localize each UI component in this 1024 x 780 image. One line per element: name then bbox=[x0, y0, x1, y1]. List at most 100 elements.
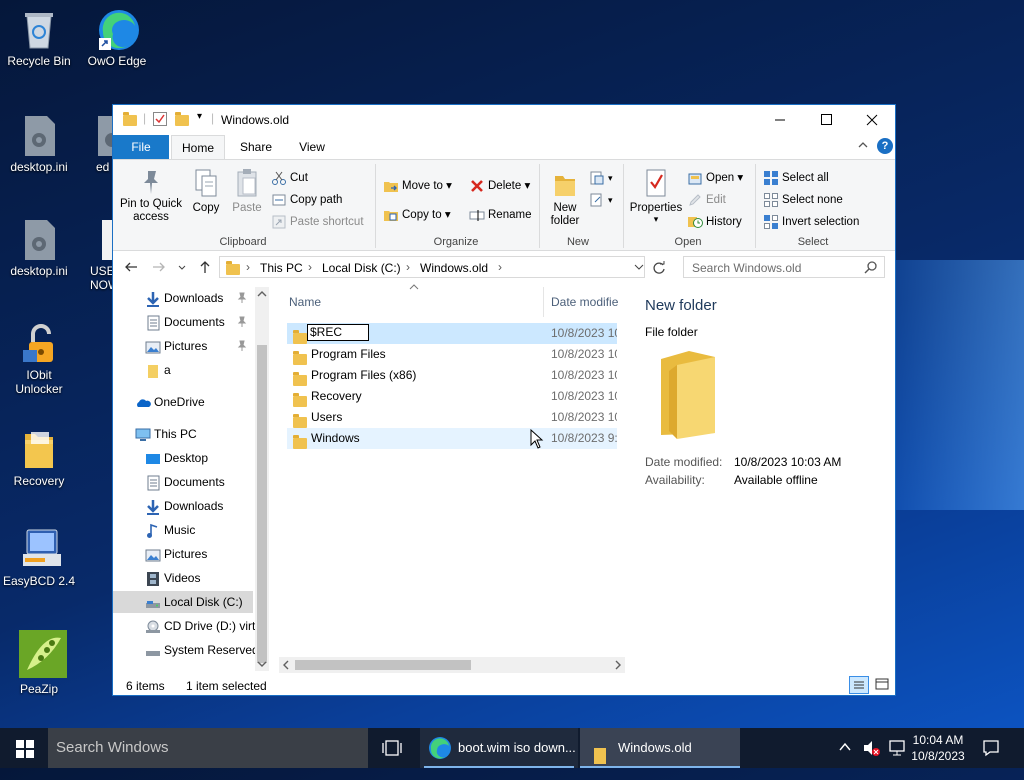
navigation-scrollbar[interactable] bbox=[255, 287, 269, 671]
horizontal-scrollbar[interactable] bbox=[279, 657, 625, 673]
tab-file[interactable]: File bbox=[113, 135, 169, 159]
select-none-button[interactable]: Select none bbox=[763, 192, 843, 208]
large-icons-view-button[interactable] bbox=[873, 676, 893, 694]
scroll-thumb[interactable] bbox=[295, 660, 471, 670]
pin-icon[interactable] bbox=[237, 316, 247, 331]
file-row-rec[interactable]: $REC 10/8/2023 10: bbox=[287, 323, 617, 345]
copy-to-button[interactable]: Copy to ▾ bbox=[383, 207, 451, 223]
help-icon[interactable]: ? bbox=[877, 138, 893, 154]
copy-button[interactable]: Copy bbox=[187, 168, 225, 214]
refresh-icon[interactable] bbox=[651, 260, 667, 279]
open-button[interactable]: Open ▾ bbox=[687, 170, 743, 186]
nav-item-pictures[interactable]: Pictures bbox=[145, 543, 207, 565]
desktop-icon-peazip[interactable]: PeaZip bbox=[1, 630, 77, 696]
file-row-program-files-x86[interactable]: Program Files (x86) 10/8/2023 10: bbox=[287, 365, 617, 387]
move-to-button[interactable]: Move to ▾ bbox=[383, 178, 452, 194]
file-row-recovery[interactable]: Recovery 10/8/2023 10: bbox=[287, 386, 617, 408]
scroll-thumb[interactable] bbox=[257, 345, 267, 663]
nav-item-cd-drive[interactable]: CD Drive (D:) virt bbox=[145, 615, 255, 637]
pin-icon[interactable] bbox=[237, 340, 247, 355]
title-bar[interactable]: | ▾ | Windows.old bbox=[113, 105, 895, 135]
file-row-users[interactable]: Users 10/8/2023 10: bbox=[287, 407, 617, 429]
new-item-button[interactable]: ▾ bbox=[589, 170, 613, 186]
maximize-button[interactable] bbox=[803, 105, 849, 135]
desktop-icon-owo-edge[interactable]: OwO Edge bbox=[79, 8, 155, 68]
delete-button[interactable]: Delete ▾ bbox=[469, 178, 530, 194]
minimize-button[interactable] bbox=[757, 105, 803, 135]
details-view-button[interactable] bbox=[849, 676, 869, 694]
new-folder-qat-icon[interactable] bbox=[175, 112, 189, 127]
notification-icon[interactable] bbox=[982, 739, 1000, 760]
collapse-ribbon-icon[interactable] bbox=[857, 139, 869, 154]
edit-button[interactable]: Edit bbox=[687, 192, 726, 208]
desktop-icon-ed[interactable]: ed bbox=[80, 114, 112, 174]
history-button[interactable]: History bbox=[687, 214, 742, 230]
nav-item-music[interactable]: Music bbox=[145, 519, 195, 541]
volume-muted-icon[interactable] bbox=[862, 739, 882, 760]
address-dropdown-icon[interactable] bbox=[634, 259, 644, 278]
column-header-name[interactable]: Name bbox=[289, 295, 543, 313]
nav-item-system-reserved[interactable]: System Reserved bbox=[145, 639, 255, 661]
breadcrumb-this-pc[interactable]: This PC bbox=[260, 261, 303, 275]
nav-item-documents[interactable]: Documents bbox=[145, 471, 225, 493]
nav-item-this-pc[interactable]: This PC bbox=[135, 423, 197, 445]
taskbar-search-box[interactable]: Search Windows bbox=[48, 728, 368, 768]
nav-item-downloads[interactable]: Downloads bbox=[145, 495, 223, 517]
desktop-icon-desktop-ini-2[interactable]: desktop.ini bbox=[1, 218, 77, 278]
properties-button[interactable]: Properties ▾ bbox=[627, 168, 685, 224]
new-folder-button[interactable]: New folder bbox=[545, 168, 585, 228]
nav-item-pictures-quick[interactable]: Pictures bbox=[145, 335, 207, 357]
paste-button[interactable]: Paste bbox=[229, 168, 265, 214]
desktop-icon-iobit-unlocker[interactable]: IObit Unlocker bbox=[1, 322, 77, 396]
nav-item-desktop[interactable]: Desktop bbox=[145, 447, 208, 469]
breadcrumb-windows-old[interactable]: Windows.old bbox=[420, 261, 488, 275]
select-all-button[interactable]: Select all bbox=[763, 170, 829, 186]
search-box[interactable]: Search Windows.old bbox=[683, 256, 885, 278]
up-icon[interactable] bbox=[197, 259, 213, 278]
tab-view[interactable]: View bbox=[285, 135, 339, 159]
recent-locations-icon[interactable] bbox=[177, 259, 187, 278]
forward-icon[interactable] bbox=[151, 259, 167, 278]
cut-button[interactable]: Cut bbox=[271, 170, 308, 186]
column-header-date[interactable]: Date modifie bbox=[551, 295, 621, 313]
desktop-icon-easybcd[interactable]: EasyBCD 2.4 bbox=[1, 528, 77, 588]
tab-home[interactable]: Home bbox=[171, 135, 225, 159]
copy-path-button[interactable]: Copy path bbox=[271, 192, 342, 208]
column-divider[interactable] bbox=[543, 287, 544, 317]
rename-button[interactable]: Rename bbox=[469, 207, 531, 223]
file-row-windows[interactable]: Windows 10/8/2023 9:3 bbox=[287, 428, 617, 450]
show-hidden-icons-chevron[interactable] bbox=[838, 740, 852, 757]
search-input[interactable]: Search Windows.old bbox=[692, 261, 801, 275]
nav-item-documents-quick[interactable]: Documents bbox=[145, 311, 225, 333]
qat-dropdown-icon[interactable]: ▾ bbox=[197, 111, 202, 122]
paste-shortcut-button[interactable]: Paste shortcut bbox=[271, 214, 364, 230]
rename-input[interactable]: $REC bbox=[307, 324, 369, 341]
nav-item-local-disk[interactable]: Local Disk (C:) bbox=[113, 591, 253, 613]
task-view-icon[interactable] bbox=[382, 739, 402, 760]
invert-selection-button[interactable]: Invert selection bbox=[763, 214, 859, 230]
desktop-icon-desktop-ini-1[interactable]: desktop.ini bbox=[1, 114, 77, 174]
tab-share[interactable]: Share bbox=[229, 135, 283, 159]
start-button[interactable] bbox=[16, 740, 34, 761]
pin-icon[interactable] bbox=[237, 292, 247, 307]
address-box[interactable]: › This PC › Local Disk (C:) › Windows.ol… bbox=[219, 256, 645, 278]
easy-access-button[interactable]: ▾ bbox=[589, 192, 613, 208]
search-icon[interactable] bbox=[864, 260, 878, 277]
taskbar-search-input[interactable]: Search Windows bbox=[48, 739, 169, 756]
back-icon[interactable] bbox=[123, 259, 139, 278]
clock[interactable]: 10:04 AM 10/8/2023 bbox=[906, 732, 970, 764]
nav-item-onedrive[interactable]: OneDrive bbox=[135, 391, 205, 413]
properties-qat-icon[interactable] bbox=[153, 112, 167, 126]
desktop-icon-recycle-bin[interactable]: Recycle Bin bbox=[1, 8, 77, 68]
desktop-icon-recovery[interactable]: Recovery bbox=[1, 428, 77, 488]
pin-to-quick-access-button[interactable]: Pin to Quick access bbox=[119, 168, 183, 224]
desktop-icon-use-now[interactable]: USE NOW bbox=[80, 218, 112, 292]
taskbar-app-edge[interactable]: boot.wim iso down... bbox=[420, 728, 578, 768]
nav-item-a[interactable]: a bbox=[145, 359, 171, 381]
breadcrumb-local-disk[interactable]: Local Disk (C:) bbox=[322, 261, 401, 275]
network-icon[interactable] bbox=[888, 739, 906, 760]
file-row-program-files[interactable]: Program Files 10/8/2023 10: bbox=[287, 344, 617, 366]
taskbar-app-explorer[interactable]: Windows.old bbox=[580, 728, 740, 768]
nav-item-videos[interactable]: Videos bbox=[145, 567, 200, 589]
close-button[interactable] bbox=[849, 105, 895, 135]
